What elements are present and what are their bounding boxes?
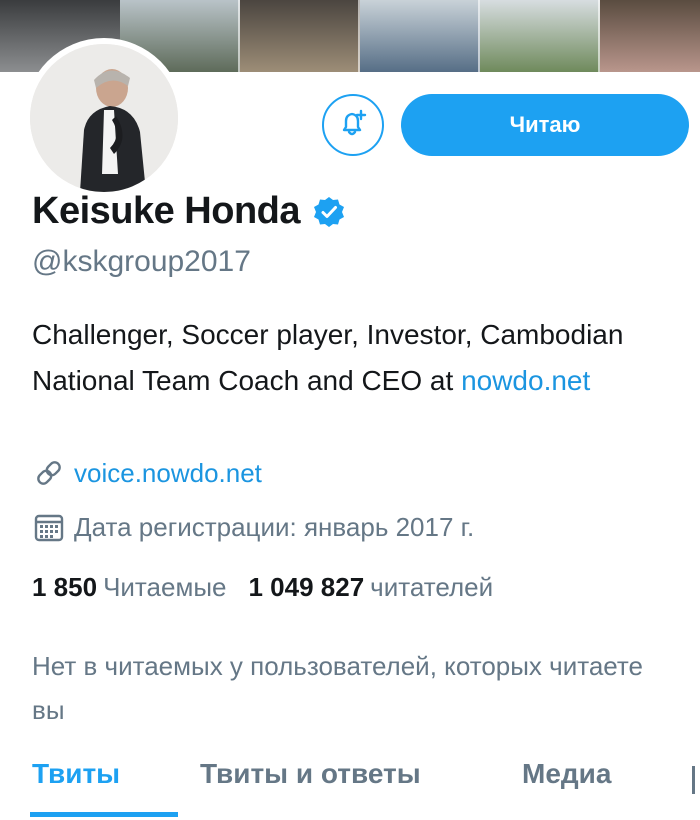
- profile-website: voice.nowdo.net: [32, 456, 262, 490]
- followers-label: читателей: [370, 572, 494, 602]
- following-label: Читаемые: [103, 572, 227, 602]
- banner-divider: [598, 0, 600, 72]
- followers-count: 1 049 827: [248, 572, 365, 602]
- calendar-icon: [32, 510, 66, 544]
- banner-divider: [358, 0, 360, 72]
- known-followers-note: Нет в читаемых у пользователей, которых …: [32, 651, 643, 725]
- tab-tweets-and-replies[interactable]: Твиты и ответы: [200, 758, 421, 790]
- banner-photo: [600, 0, 700, 72]
- notifications-bell-button[interactable]: [322, 94, 384, 156]
- banner-photo: [480, 0, 600, 72]
- tab-overflow[interactable]: [692, 766, 695, 794]
- profile-bio: Challenger, Soccer player, Investor, Cam…: [32, 312, 672, 404]
- avatar[interactable]: [24, 38, 184, 198]
- profile-name-row: Keisuke Honda: [32, 190, 346, 233]
- profile-join-date: Дата регистрации: январь 2017 г.: [32, 510, 474, 544]
- bell-plus-icon: [336, 106, 370, 145]
- banner-photo: [240, 0, 360, 72]
- following-count: 1 850: [32, 572, 98, 602]
- display-name: Keisuke Honda: [32, 190, 301, 232]
- join-date-text: Дата регистрации: январь 2017 г.: [74, 511, 475, 542]
- following-button-label: Читаю: [509, 112, 581, 137]
- avatar-image: [30, 44, 178, 192]
- banner-photo: [360, 0, 480, 72]
- bio-link[interactable]: nowdo.net: [461, 365, 590, 396]
- banner-divider: [238, 0, 240, 72]
- tab-tweets[interactable]: Твиты: [32, 758, 120, 790]
- profile-handle: @kskgroup2017: [32, 245, 251, 278]
- verified-badge-icon: [312, 195, 346, 229]
- profile-stats: 1 850 Читаемые 1 049 827 читателей: [32, 572, 493, 603]
- link-icon: [32, 456, 66, 490]
- tab-media[interactable]: Медиа: [522, 758, 611, 790]
- banner-divider: [478, 0, 480, 72]
- following-button[interactable]: Читаю: [401, 94, 689, 156]
- active-tab-indicator: [30, 812, 178, 817]
- website-link[interactable]: voice.nowdo.net: [74, 458, 262, 489]
- following-stat[interactable]: 1 850 Читаемые: [32, 572, 227, 603]
- followers-stat[interactable]: 1 049 827 читателей: [249, 572, 494, 603]
- profile-tabs: Твиты Твиты и ответы Медиа: [0, 748, 700, 820]
